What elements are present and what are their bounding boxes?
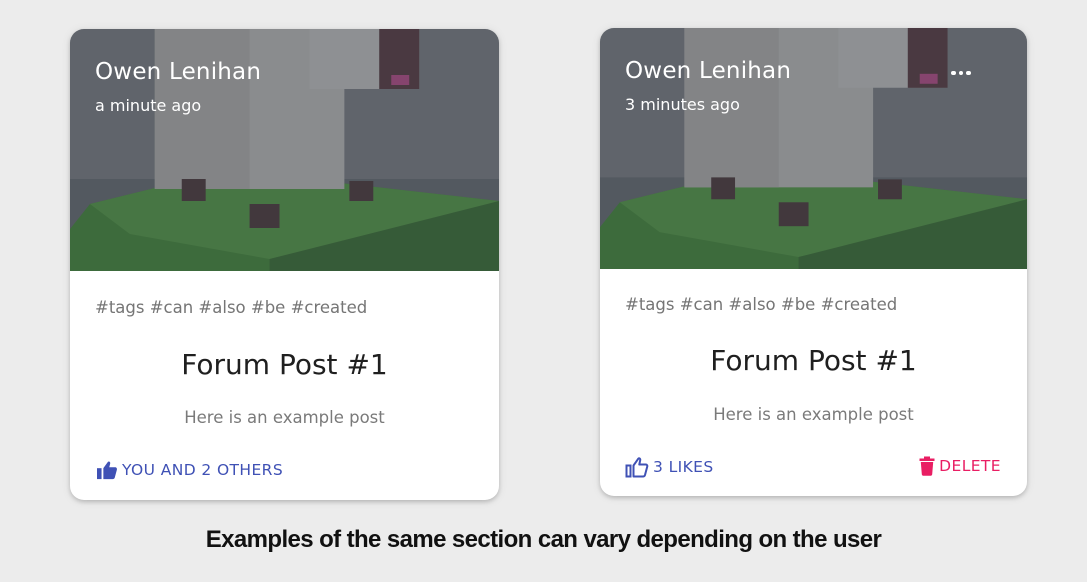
figure-caption: Examples of the same section can vary de… bbox=[205, 526, 882, 553]
post-body: Here is an example post bbox=[713, 405, 914, 424]
like-label: YOU AND 2 OTHERS bbox=[122, 461, 284, 479]
like-button[interactable]: YOU AND 2 OTHERS bbox=[96, 460, 283, 480]
post-body: Here is an example post bbox=[184, 408, 385, 427]
post-card: Owen Lenihan a minute ago #tags #can #al… bbox=[70, 29, 499, 500]
thumb-up-outline-icon bbox=[625, 457, 649, 478]
author-name: Owen Lenihan bbox=[625, 58, 792, 84]
more-options-button[interactable] bbox=[947, 64, 975, 82]
post-timestamp: a minute ago bbox=[95, 96, 202, 115]
post-media: Owen Lenihan 3 minutes ago bbox=[600, 28, 1027, 269]
trash-icon bbox=[919, 456, 935, 476]
post-title: Forum Post #1 bbox=[710, 344, 917, 377]
post-tags: #tags #can #also #be #created bbox=[625, 295, 898, 314]
post-card: Owen Lenihan 3 minutes ago #tags #can #a… bbox=[600, 28, 1027, 496]
delete-label: DELETE bbox=[939, 457, 1001, 475]
thumb-up-filled-icon bbox=[97, 461, 117, 480]
post-tags: #tags #can #also #be #created bbox=[95, 298, 368, 317]
like-label: 3 LIKES bbox=[653, 458, 714, 476]
delete-button[interactable]: DELETE bbox=[919, 456, 1001, 476]
author-name: Owen Lenihan bbox=[95, 59, 262, 85]
like-button[interactable]: 3 LIKES bbox=[625, 456, 714, 478]
post-timestamp: 3 minutes ago bbox=[625, 95, 740, 114]
more-horizontal-icon bbox=[951, 70, 956, 76]
post-media: Owen Lenihan a minute ago bbox=[70, 29, 499, 271]
post-title: Forum Post #1 bbox=[181, 348, 388, 381]
